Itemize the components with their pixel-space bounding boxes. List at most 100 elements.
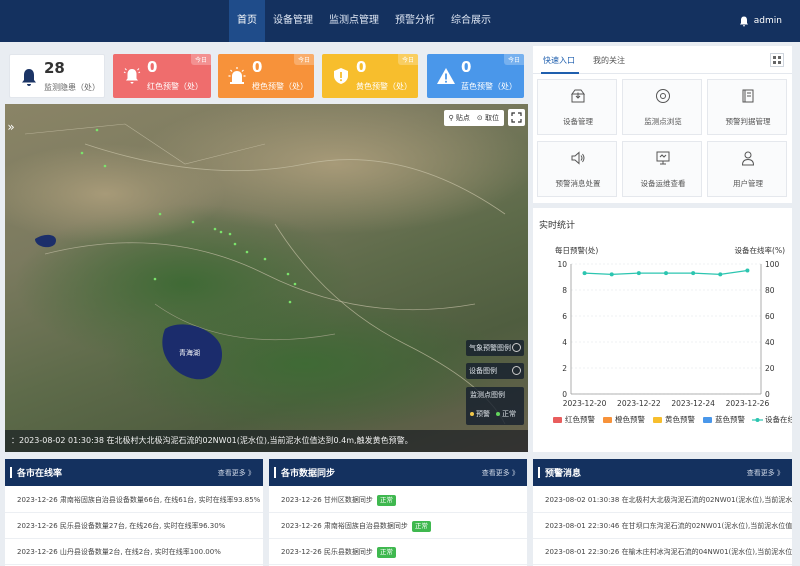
list-item[interactable]: 2023-08-01 22:30:46 在甘坝口东沟泥石流的02NW01(泥水位… <box>533 513 792 539</box>
tab-my-follow[interactable]: 我的关注 <box>593 55 625 66</box>
online-rate-point <box>609 272 614 277</box>
x-tick-label: 2023-12-22 <box>617 399 661 408</box>
legend-warn-label: 预警 <box>476 410 490 418</box>
weather-legend-button[interactable]: 气象预警图例 <box>466 340 524 356</box>
quick-monitor-point[interactable]: 监测点浏览 <box>622 79 702 135</box>
yellow-warning-count: 0 <box>356 58 367 76</box>
locate-tool[interactable]: ⊙ 取位 <box>477 113 499 123</box>
stat-card-hazards[interactable]: 28 监测隐患（处） <box>9 54 105 98</box>
blue-warning-label: 蓝色预警（处） <box>461 82 517 91</box>
legend-label: 红色预警 <box>565 414 595 424</box>
satellite-map[interactable]: » ⚲ 贴点 ⊙ 取位 青海湖 气象预警图例 设备图例 监测点图例 预警 正常 … <box>5 104 528 452</box>
device-legend-label: 设备图例 <box>469 367 497 375</box>
nav-device-management[interactable]: 设备管理 <box>265 0 321 42</box>
today-tag: 今日 <box>503 54 524 65</box>
sync-text: 2023-12-26 甘州区数据同步 <box>281 496 373 504</box>
stat-card-yellow-warning[interactable]: 0 黄色预警（处） 今日 <box>322 54 418 98</box>
stat-card-orange-warning[interactable]: 0 橙色预警（处） 今日 <box>218 54 314 98</box>
stat-card-red-warning[interactable]: 0 红色预警（处） 今日 <box>113 54 211 98</box>
fullscreen-icon[interactable] <box>508 109 525 126</box>
nav-warning-analysis[interactable]: 预警分析 <box>387 0 443 42</box>
username: admin <box>753 16 782 26</box>
nav-monitor-point-management[interactable]: 监测点管理 <box>321 0 387 42</box>
monitor-point-icon <box>656 89 670 103</box>
online-rate-point <box>691 271 696 276</box>
list-item[interactable]: 2023-12-26 民乐县数据同步 正常 <box>269 539 527 565</box>
maintenance-screen-icon <box>656 151 670 165</box>
lake-label: 青海湖 <box>179 349 200 357</box>
user-menu[interactable]: admin <box>739 0 782 42</box>
panel-expand-icon[interactable]: » <box>5 118 17 136</box>
sync-text: 2023-12-26 肃南裕固族自治县数据同步 <box>281 522 408 530</box>
warning-triangle-icon <box>437 68 455 84</box>
quick-item-label: 预警消息处置 <box>555 179 601 188</box>
quick-user-management[interactable]: 用户管理 <box>707 141 787 197</box>
y-tick-right: 60 <box>765 312 775 321</box>
list-item[interactable]: 2023-12-26 山丹县设备数量2台, 在线2台, 实时在线率100.00% <box>5 539 263 565</box>
bell-icon <box>22 69 36 86</box>
legend-dot <box>755 418 760 422</box>
city-data-sync-panel: 各市数据同步 查看更多 》 2023-12-26 甘州区数据同步 正常 2023-… <box>269 459 527 566</box>
quick-item-label: 预警判据管理 <box>725 117 771 126</box>
tab-underline <box>541 72 579 74</box>
panel-title: 各市在线率 <box>17 469 63 479</box>
legend-label: 蓝色预警 <box>715 414 745 424</box>
grid-icon[interactable] <box>770 53 784 67</box>
realtime-stats-title: 实时统计 <box>539 221 576 231</box>
map-toolbar: ⚲ 贴点 ⊙ 取位 <box>443 110 504 126</box>
bell-icon[interactable] <box>739 16 749 27</box>
view-more-link[interactable]: 查看更多 》 <box>747 468 784 478</box>
legend-label: 橙色预警 <box>615 414 645 424</box>
list-item[interactable]: 2023-12-26 民乐县设备数量27台, 在线26台, 实时在线率96.30… <box>5 513 263 539</box>
stat-card-blue-warning[interactable]: 0 蓝色预警（处） 今日 <box>427 54 524 98</box>
legend-swatch <box>603 417 612 423</box>
list-item[interactable]: 2023-08-01 22:30:26 在榆木庄村冰沟泥石流的04NW01(泥水… <box>533 539 792 565</box>
panel-title: 预警消息 <box>545 469 582 479</box>
legend-label: 设备在线率 <box>765 414 792 424</box>
weather-legend-label: 气象预警图例 <box>469 344 511 352</box>
list-item[interactable]: 2023-08-02 01:30:38 在北极村大北极沟泥石流的02NW01(泥… <box>533 487 792 513</box>
locate-label: 取位 <box>485 114 499 122</box>
view-more-link[interactable]: 查看更多 》 <box>482 468 519 478</box>
device-legend-button[interactable]: 设备图例 <box>466 363 524 379</box>
list-item[interactable]: 2023-12-26 甘州区数据同步 正常 <box>269 487 527 513</box>
y-tick-left: 6 <box>562 312 567 321</box>
header-accent <box>274 467 276 478</box>
quick-warning-disposal[interactable]: 预警消息处置 <box>537 141 617 197</box>
quick-tabs: 快速入口 我的关注 <box>533 46 792 74</box>
warning-messages-panel: 预警消息 查看更多 》 2023-08-02 01:30:38 在北极村大北极沟… <box>533 459 792 566</box>
online-rate-point <box>718 272 723 277</box>
quick-device-maintenance[interactable]: 设备运维查看 <box>622 141 702 197</box>
list-item[interactable]: 2023-12-26 肃南裕固族自治县设备数量66台, 在线61台, 实时在线率… <box>5 487 263 513</box>
view-more-link[interactable]: 查看更多 》 <box>218 468 255 478</box>
legend-swatch <box>553 417 562 423</box>
chevron-icon <box>512 343 521 352</box>
header-accent <box>538 467 540 478</box>
y-tick-left: 0 <box>562 390 567 399</box>
speaker-icon <box>571 151 585 165</box>
pin-point-tool[interactable]: ⚲ 贴点 <box>449 113 470 123</box>
y-tick-left: 2 <box>562 364 567 373</box>
online-rate-point <box>636 271 641 276</box>
list-item[interactable]: 2023-12-26 肃南裕固族自治县数据同步 正常 <box>269 513 527 539</box>
quick-warning-rules[interactable]: 预警判据管理 <box>707 79 787 135</box>
quick-device-management[interactable]: 设备管理 <box>537 79 617 135</box>
nav-overview-display[interactable]: 综合展示 <box>443 0 499 42</box>
quick-item-label: 设备运维查看 <box>640 179 686 188</box>
alarm-bell-icon <box>123 68 141 84</box>
y-tick-right: 0 <box>765 390 770 399</box>
pin-point-label: 贴点 <box>455 114 470 122</box>
monitor-point-legend-title: 监测点图例 <box>470 391 505 399</box>
online-rate-point <box>582 271 587 276</box>
realtime-chart: 每日预警(处) 设备在线率(%) 0 0 2 20 4 40 6 60 8 80 10 100 2023-1… <box>553 245 792 424</box>
user-icon <box>741 151 755 166</box>
tab-quick-entry[interactable]: 快速入口 <box>543 55 575 66</box>
rule-book-icon <box>742 89 754 103</box>
nav-home[interactable]: 首页 <box>229 0 265 42</box>
city-online-rate-panel: 各市在线率 查看更多 》 2023-12-26 肃南裕固族自治县设备数量66台,… <box>5 459 263 566</box>
siren-icon <box>228 67 246 84</box>
online-rate-point <box>745 268 750 273</box>
hazard-count: 28 <box>44 59 65 77</box>
top-navbar: 首页 设备管理 监测点管理 预警分析 综合展示 admin <box>0 0 800 42</box>
y-tick-right: 20 <box>765 364 775 373</box>
